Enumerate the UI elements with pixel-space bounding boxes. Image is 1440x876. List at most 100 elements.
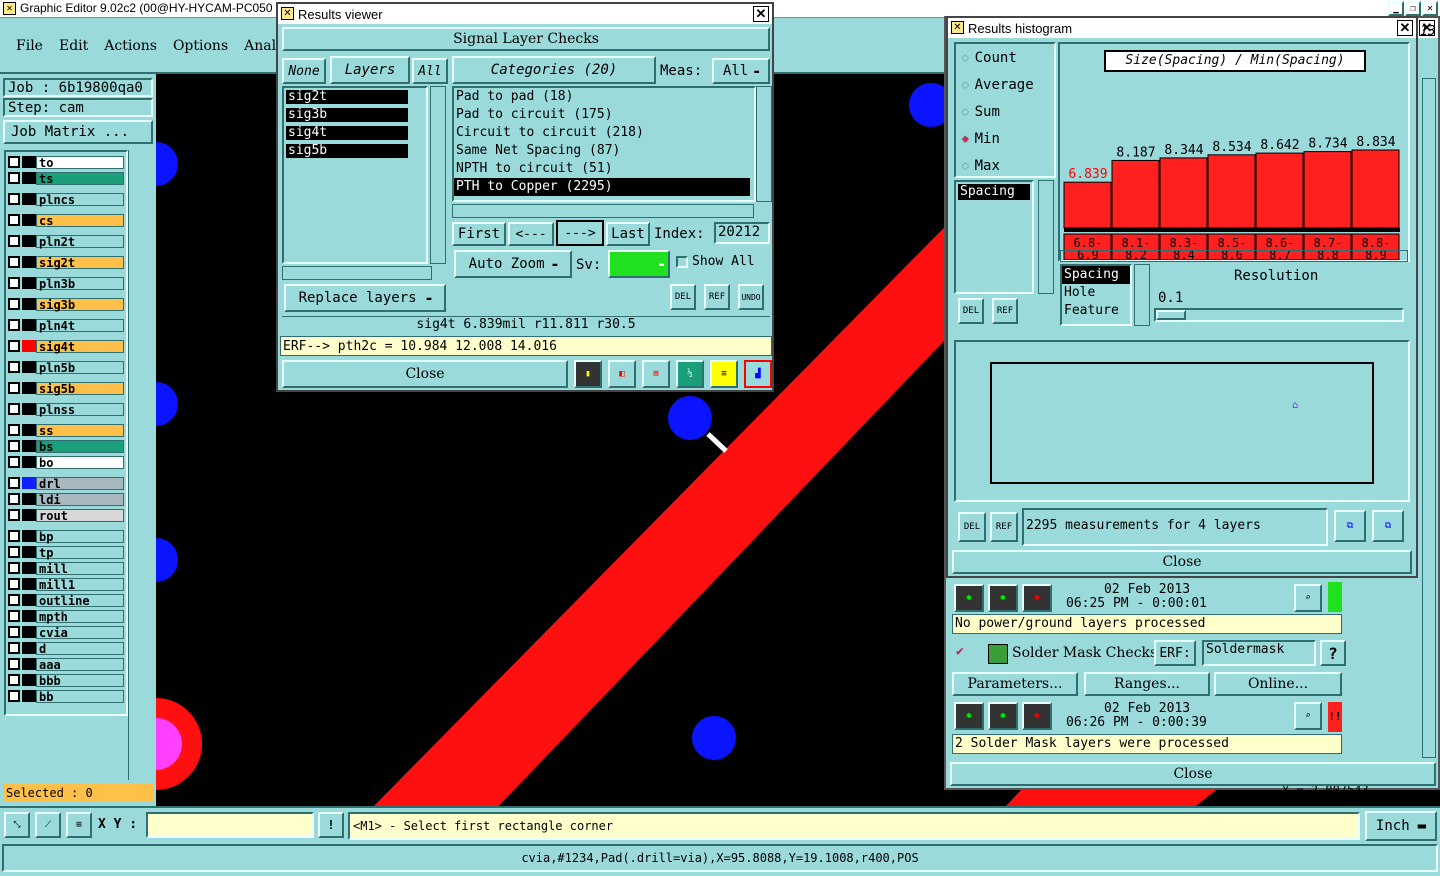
- layer-name[interactable]: plncs: [36, 192, 124, 206]
- layer-row-drl[interactable]: drl: [8, 476, 124, 490]
- layer-checkbox[interactable]: [8, 440, 20, 452]
- layer-name[interactable]: bs: [36, 439, 124, 453]
- layer-name[interactable]: bbb: [36, 673, 124, 687]
- layer-name[interactable]: ss: [36, 423, 124, 437]
- menu-file[interactable]: File: [16, 38, 43, 54]
- layer-row-bs[interactable]: bs: [8, 439, 124, 453]
- layer-checkbox[interactable]: [8, 382, 20, 394]
- layer-checkbox[interactable]: [8, 658, 20, 670]
- type-list[interactable]: Spacing Hole Feature: [1060, 264, 1132, 326]
- layer-checkbox[interactable]: [8, 546, 20, 558]
- layer-row-bb[interactable]: bb: [8, 689, 124, 703]
- layer-row-tp[interactable]: tp: [8, 545, 124, 559]
- del-icon[interactable]: DEL: [670, 284, 696, 310]
- layer-list-hscroll[interactable]: [282, 266, 432, 280]
- results-close-button[interactable]: Close: [282, 360, 568, 388]
- report-icon[interactable]: ≡: [710, 360, 738, 388]
- run-icon[interactable]: ✱: [954, 584, 984, 612]
- online-button[interactable]: Online...: [1214, 672, 1342, 696]
- help-icon[interactable]: ?: [1320, 640, 1346, 666]
- sv-color-select[interactable]: ▬: [608, 250, 670, 278]
- layer-name[interactable]: mill: [36, 561, 124, 575]
- result-layer-item[interactable]: sig5b: [286, 144, 408, 158]
- layer-name[interactable]: sig2t: [36, 255, 124, 269]
- layer-row-ldi[interactable]: ldi: [8, 492, 124, 506]
- close-icon[interactable]: ✕: [1422, 1, 1438, 16]
- layer-checkbox[interactable]: [8, 298, 20, 310]
- zoom-to-icon[interactable]: ⧉: [1334, 510, 1366, 542]
- layer-checkbox[interactable]: [8, 626, 20, 638]
- ref-icon[interactable]: REF: [992, 298, 1018, 324]
- highlight-icon[interactable]: ▮: [574, 360, 602, 388]
- layer-row-plnss[interactable]: plnss: [8, 402, 124, 416]
- layer-checkbox[interactable]: [8, 509, 20, 521]
- layer-name[interactable]: cvia: [36, 625, 124, 639]
- layer-name[interactable]: mpth: [36, 609, 124, 623]
- layer-row-ts[interactable]: ts: [8, 171, 124, 185]
- next-button[interactable]: --->: [556, 220, 604, 246]
- layer-checkbox[interactable]: [8, 456, 20, 468]
- layer-checkbox[interactable]: [8, 674, 20, 686]
- layer-row-mill1[interactable]: mill1: [8, 577, 124, 591]
- radio-icon[interactable]: ◆: [962, 51, 969, 64]
- layer-row-pln2t[interactable]: pln2t: [8, 234, 124, 248]
- category-item[interactable]: PTH to Copper (2295): [454, 178, 750, 196]
- layer-row-pln3b[interactable]: pln3b: [8, 276, 124, 290]
- layer-checkbox[interactable]: [8, 193, 20, 205]
- mode-option-max[interactable]: ◆ Max: [956, 152, 1054, 179]
- layer-checkbox[interactable]: [8, 340, 20, 352]
- layer-row-to[interactable]: to: [8, 155, 124, 169]
- layer-name[interactable]: cs: [36, 213, 124, 227]
- results-viewer-titlebar[interactable]: ✕ Results viewer ✕: [278, 4, 772, 24]
- layer-row-sig5b[interactable]: sig5b: [8, 381, 124, 395]
- checks-vscroll[interactable]: [1422, 78, 1436, 758]
- layer-checkbox[interactable]: [8, 642, 20, 654]
- run-icon[interactable]: ✱: [1022, 584, 1052, 612]
- type-item[interactable]: Feature: [1062, 302, 1130, 320]
- layer-name[interactable]: drl: [36, 476, 124, 490]
- layer-name[interactable]: ldi: [36, 492, 124, 506]
- menu-options[interactable]: Options: [173, 38, 228, 54]
- layer-row-cvia[interactable]: cvia: [8, 625, 124, 639]
- layer-checkbox[interactable]: [8, 361, 20, 373]
- mode-option-sum[interactable]: ◆ Sum: [956, 98, 1054, 125]
- layer-name[interactable]: rout: [36, 508, 124, 522]
- layer-name[interactable]: ts: [36, 171, 124, 185]
- radio-icon[interactable]: ◆: [962, 132, 969, 145]
- layer-name[interactable]: sig3b: [36, 297, 124, 311]
- zoom-area-icon[interactable]: ⤡: [4, 812, 30, 838]
- category-item[interactable]: Pad to circuit (175): [454, 106, 750, 124]
- category-item[interactable]: Same Net Spacing (87): [454, 142, 750, 160]
- ranges-button[interactable]: Ranges...: [1084, 672, 1210, 696]
- replace-layers-select[interactable]: Replace layers ▬: [284, 284, 446, 312]
- layer-name[interactable]: sig5b: [36, 381, 124, 395]
- ref-icon[interactable]: REF: [704, 284, 730, 310]
- category-item[interactable]: Circuit to circuit (218): [454, 124, 750, 142]
- layer-row-aaa[interactable]: aaa: [8, 657, 124, 671]
- zoom-icon[interactable]: ⌕: [1294, 702, 1322, 730]
- layer-result-list[interactable]: sig2t sig3b sig4t sig5b: [282, 86, 428, 264]
- close-icon[interactable]: ✕: [1397, 20, 1413, 36]
- pan-to-icon[interactable]: ⧉: [1372, 510, 1404, 542]
- layer-row-bbb[interactable]: bbb: [8, 673, 124, 687]
- show-all-checkbox[interactable]: [676, 256, 688, 268]
- auto-zoom-select[interactable]: Auto Zoom ▬: [454, 250, 572, 278]
- restore-icon[interactable]: ❐: [1405, 1, 1421, 16]
- last-button[interactable]: Last: [606, 222, 650, 246]
- layer-checkbox[interactable]: [8, 493, 20, 505]
- run-icon[interactable]: ✱: [988, 702, 1018, 730]
- del-icon[interactable]: DEL: [958, 298, 984, 324]
- menu-edit[interactable]: Edit: [59, 38, 88, 54]
- layer-checkbox[interactable]: [8, 235, 20, 247]
- layer-scrollbar[interactable]: [128, 150, 154, 780]
- checks-close-button[interactable]: Close: [950, 762, 1436, 786]
- window-controls[interactable]: ▁ ❐ ✕: [1388, 1, 1438, 16]
- close-icon[interactable]: ✕: [753, 6, 769, 22]
- radio-icon[interactable]: ◆: [962, 159, 969, 172]
- layer-name[interactable]: bp: [36, 529, 124, 543]
- layer-row-sig2t[interactable]: sig2t: [8, 255, 124, 269]
- layer-checkbox[interactable]: [8, 214, 20, 226]
- layer-row-pln5b[interactable]: pln5b: [8, 360, 124, 374]
- xy-input[interactable]: [146, 812, 314, 838]
- run-icon[interactable]: ✱: [1022, 702, 1052, 730]
